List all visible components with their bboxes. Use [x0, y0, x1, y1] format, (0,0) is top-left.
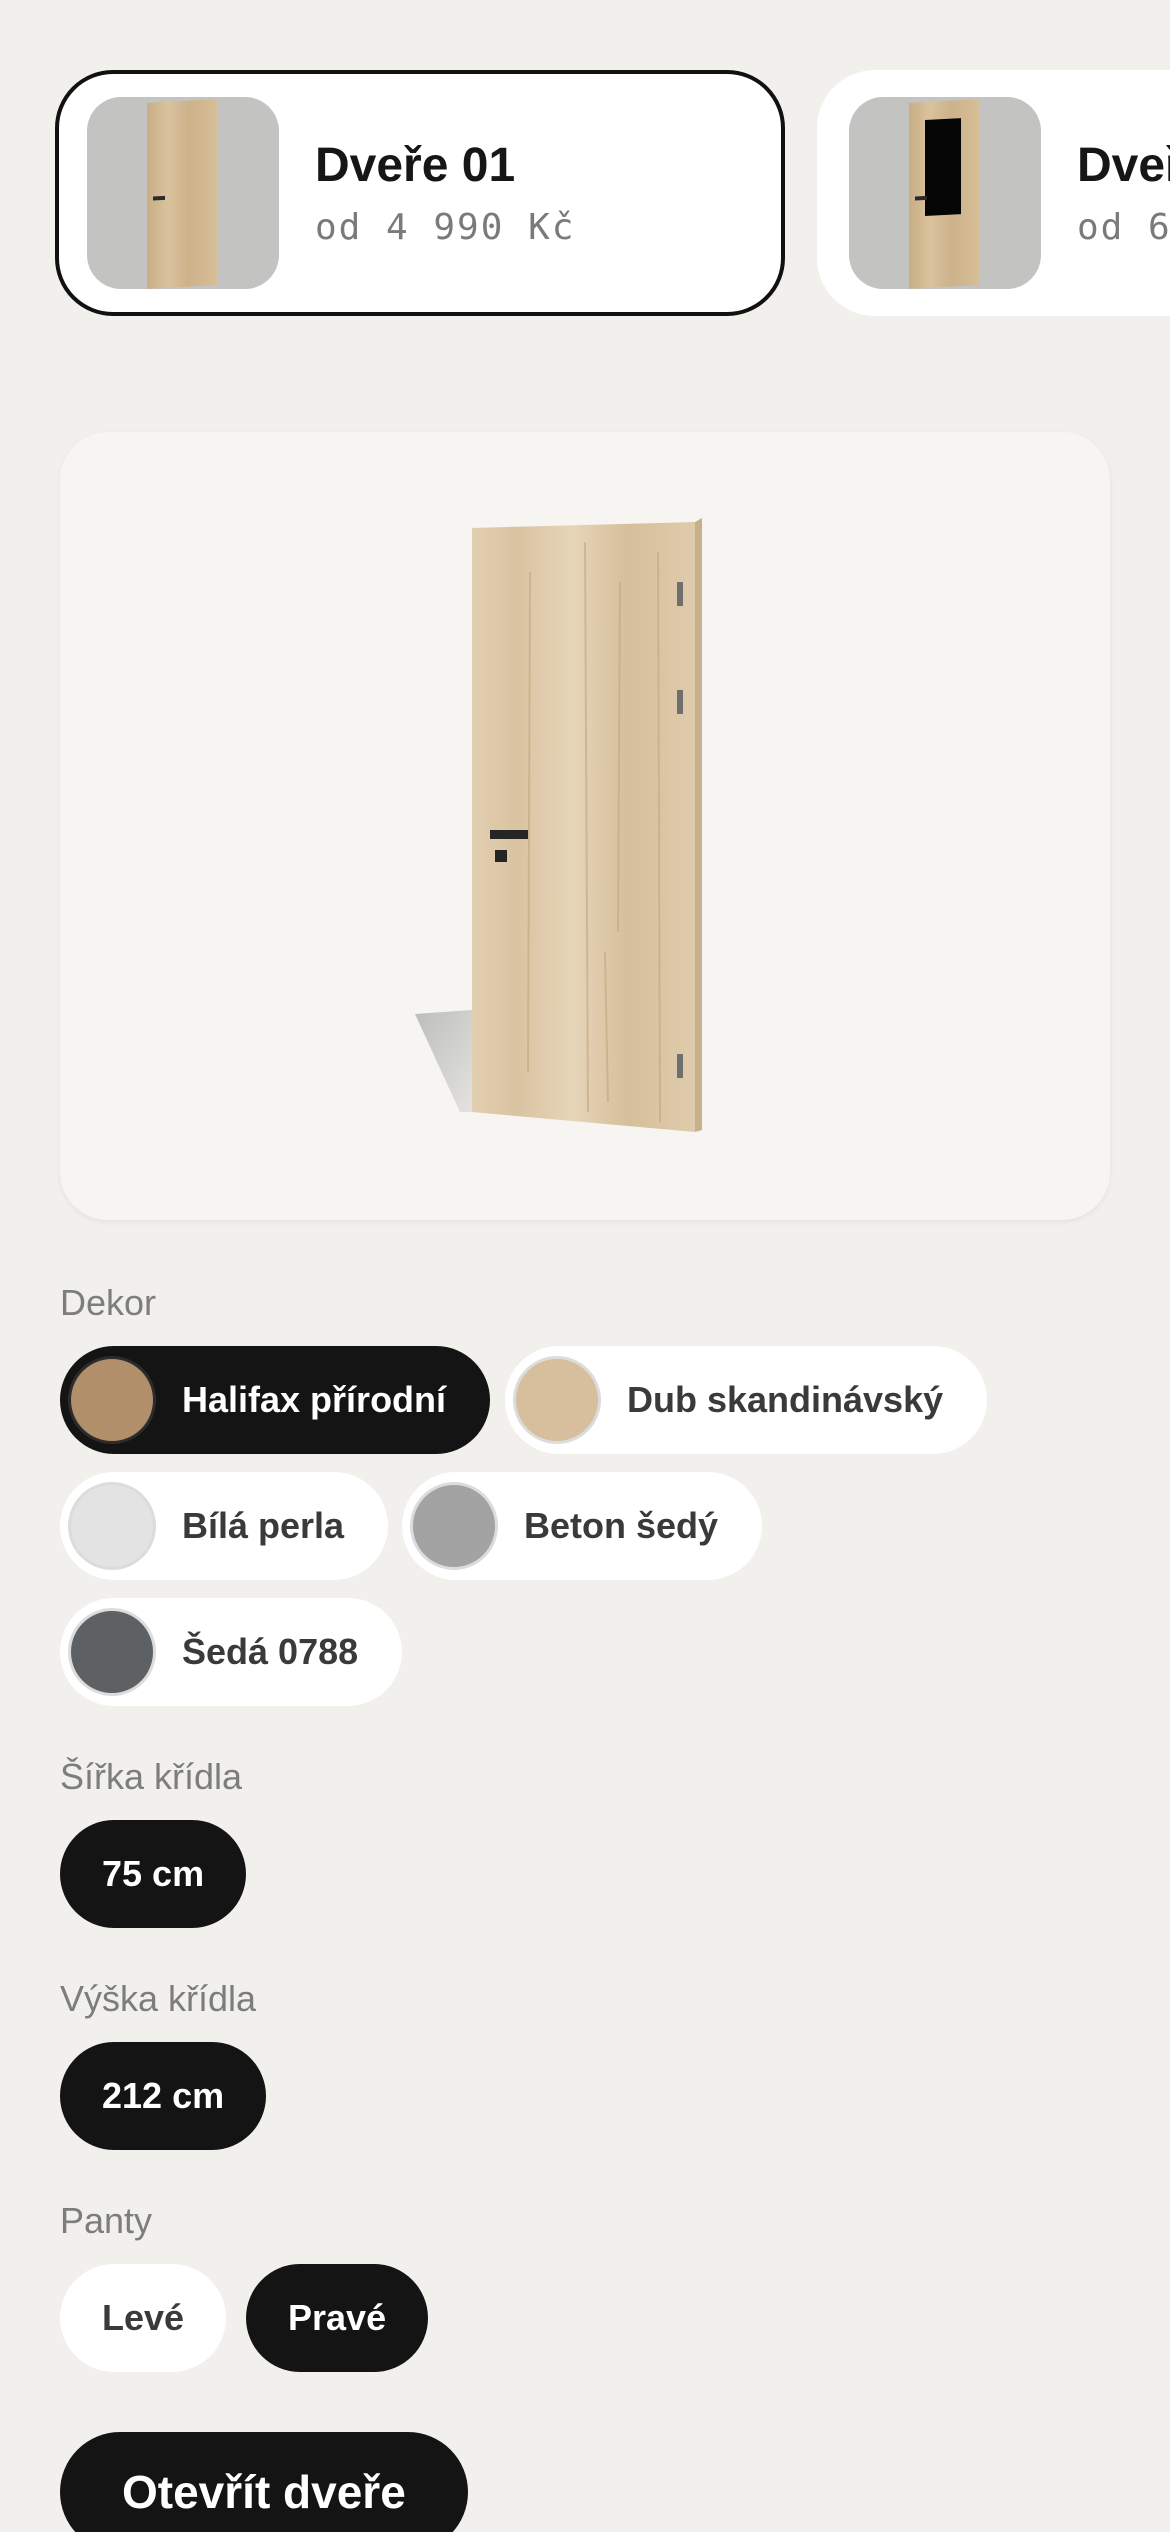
swatch-icon [68, 1356, 156, 1444]
hinges-option-right[interactable]: Pravé [246, 2264, 429, 2372]
dekor-option-dub-skandinavsky[interactable]: Dub skandinávský [505, 1346, 988, 1454]
door-configurator-screen: Dveře 01 od 4 990 Kč Dveře 02 od 6 490 K… [0, 0, 1170, 2532]
swatch-icon [68, 1482, 156, 1570]
dekor-option-label: Dub skandinávský [627, 1379, 944, 1420]
door-render-illustration [415, 518, 702, 1132]
dekor-option-bila-perla[interactable]: Bílá perla [60, 1472, 389, 1580]
swatch-icon [410, 1482, 498, 1570]
dekor-option-label: Beton šedý [524, 1505, 719, 1546]
dekor-option-label: Halifax přírodní [182, 1379, 447, 1420]
swatch-icon [513, 1356, 601, 1444]
glass-door-thumbnail-icon [909, 99, 979, 289]
product-title: Dveře 02 [1077, 139, 1170, 192]
product-carousel[interactable]: Dveře 01 od 4 990 Kč Dveře 02 od 6 490 K… [55, 70, 1170, 316]
dekor-option-label: Šedá 0788 [182, 1631, 359, 1672]
height-option-212[interactable]: 212 cm [60, 2042, 267, 2150]
product-title: Dveře 01 [315, 139, 516, 192]
dekor-option-beton-sedy[interactable]: Beton šedý [402, 1472, 763, 1580]
product-price: od 4 990 Kč [315, 207, 576, 248]
hinges-label: Panty [60, 2200, 153, 2241]
door-3d-preview[interactable] [60, 432, 1110, 1220]
product-card-dvere-01[interactable]: Dveře 01 od 4 990 Kč [55, 70, 785, 316]
product-card-dvere-02[interactable]: Dveře 02 od 6 490 Kč [817, 70, 1170, 316]
height-label: Výška křídla [60, 1978, 257, 2019]
product-thumbnail [849, 97, 1041, 289]
door-thumbnail-icon [147, 99, 217, 289]
open-door-button[interactable]: Otevřít dveře [60, 2432, 468, 2532]
width-label: Šířka křídla [60, 1756, 243, 1797]
product-price: od 6 490 Kč [1077, 207, 1170, 248]
width-option-75[interactable]: 75 cm [60, 1820, 247, 1928]
dekor-option-label: Bílá perla [182, 1505, 345, 1546]
dekor-label: Dekor [60, 1282, 157, 1323]
product-thumbnail [87, 97, 279, 289]
dekor-option-seda-0788[interactable]: Šedá 0788 [60, 1598, 403, 1706]
dekor-option-halifax-prirodni[interactable]: Halifax přírodní [60, 1346, 491, 1454]
hinges-option-left[interactable]: Levé [60, 2264, 227, 2372]
swatch-icon [68, 1608, 156, 1696]
